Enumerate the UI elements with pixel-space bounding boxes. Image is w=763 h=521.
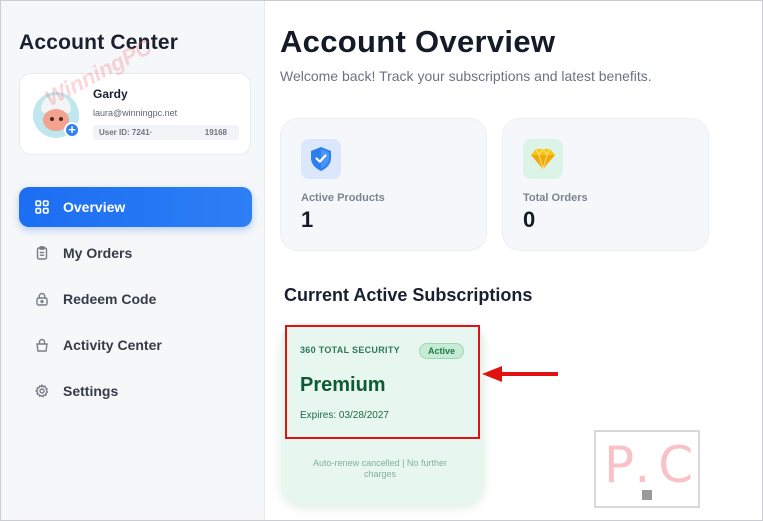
watermark-logo: P.C bbox=[594, 430, 700, 508]
diamond-icon bbox=[523, 139, 563, 179]
user-name: Gardy bbox=[93, 87, 128, 101]
sidebar-item-label: My Orders bbox=[63, 245, 133, 261]
arrow-left-icon bbox=[482, 366, 558, 382]
logo-text: P.C bbox=[604, 436, 702, 494]
gear-icon bbox=[35, 384, 49, 398]
user-id-suffix: 19168 bbox=[204, 128, 227, 137]
section-title: Current Active Subscriptions bbox=[284, 285, 533, 305]
grid-icon bbox=[35, 200, 49, 214]
sidebar-item-activity-center[interactable]: Activity Center bbox=[19, 325, 252, 365]
sidebar-item-label: Settings bbox=[63, 383, 119, 399]
lock-icon bbox=[35, 292, 49, 306]
sidebar-item-label: Overview bbox=[63, 199, 126, 215]
add-avatar-icon[interactable]: + bbox=[64, 122, 80, 138]
user-id-prefix: User ID: 7241· bbox=[99, 128, 153, 137]
user-email: laura@winningpc.net bbox=[93, 108, 178, 118]
sidebar-item-overview[interactable]: Overview bbox=[19, 187, 252, 227]
stat-value: 0 bbox=[523, 207, 536, 232]
bag-icon bbox=[35, 338, 49, 352]
clipboard-icon bbox=[35, 246, 49, 260]
stat-label: Total Orders bbox=[523, 192, 588, 204]
shield-icon bbox=[301, 139, 341, 179]
sidebar-item-label: Activity Center bbox=[63, 337, 162, 353]
stat-label: Active Products bbox=[301, 192, 385, 204]
highlight-box bbox=[285, 325, 480, 439]
profile-card[interactable]: + Gardy laura@winningpc.net User ID: 724… bbox=[19, 73, 251, 155]
page-title: Account Overview bbox=[280, 24, 556, 59]
sidebar-item-my-orders[interactable]: My Orders bbox=[19, 233, 252, 273]
user-id: User ID: 7241· 19168 bbox=[93, 125, 239, 140]
sidebar-title: Account Center bbox=[19, 31, 179, 54]
stat-card-active-products: Active Products 1 bbox=[280, 118, 487, 251]
sidebar-item-settings[interactable]: Settings bbox=[19, 371, 252, 411]
sidebar-item-label: Redeem Code bbox=[63, 291, 157, 307]
sidebar-nav: Overview My Orders Redeem Code Activity … bbox=[19, 187, 252, 417]
stat-value: 1 bbox=[301, 207, 314, 232]
page-subtitle: Welcome back! Track your subscriptions a… bbox=[280, 68, 652, 84]
sidebar-item-redeem-code[interactable]: Redeem Code bbox=[19, 279, 252, 319]
stat-card-total-orders: Total Orders 0 bbox=[502, 118, 709, 251]
subscription-note: Auto-renew cancelled | No further charge… bbox=[313, 458, 447, 479]
